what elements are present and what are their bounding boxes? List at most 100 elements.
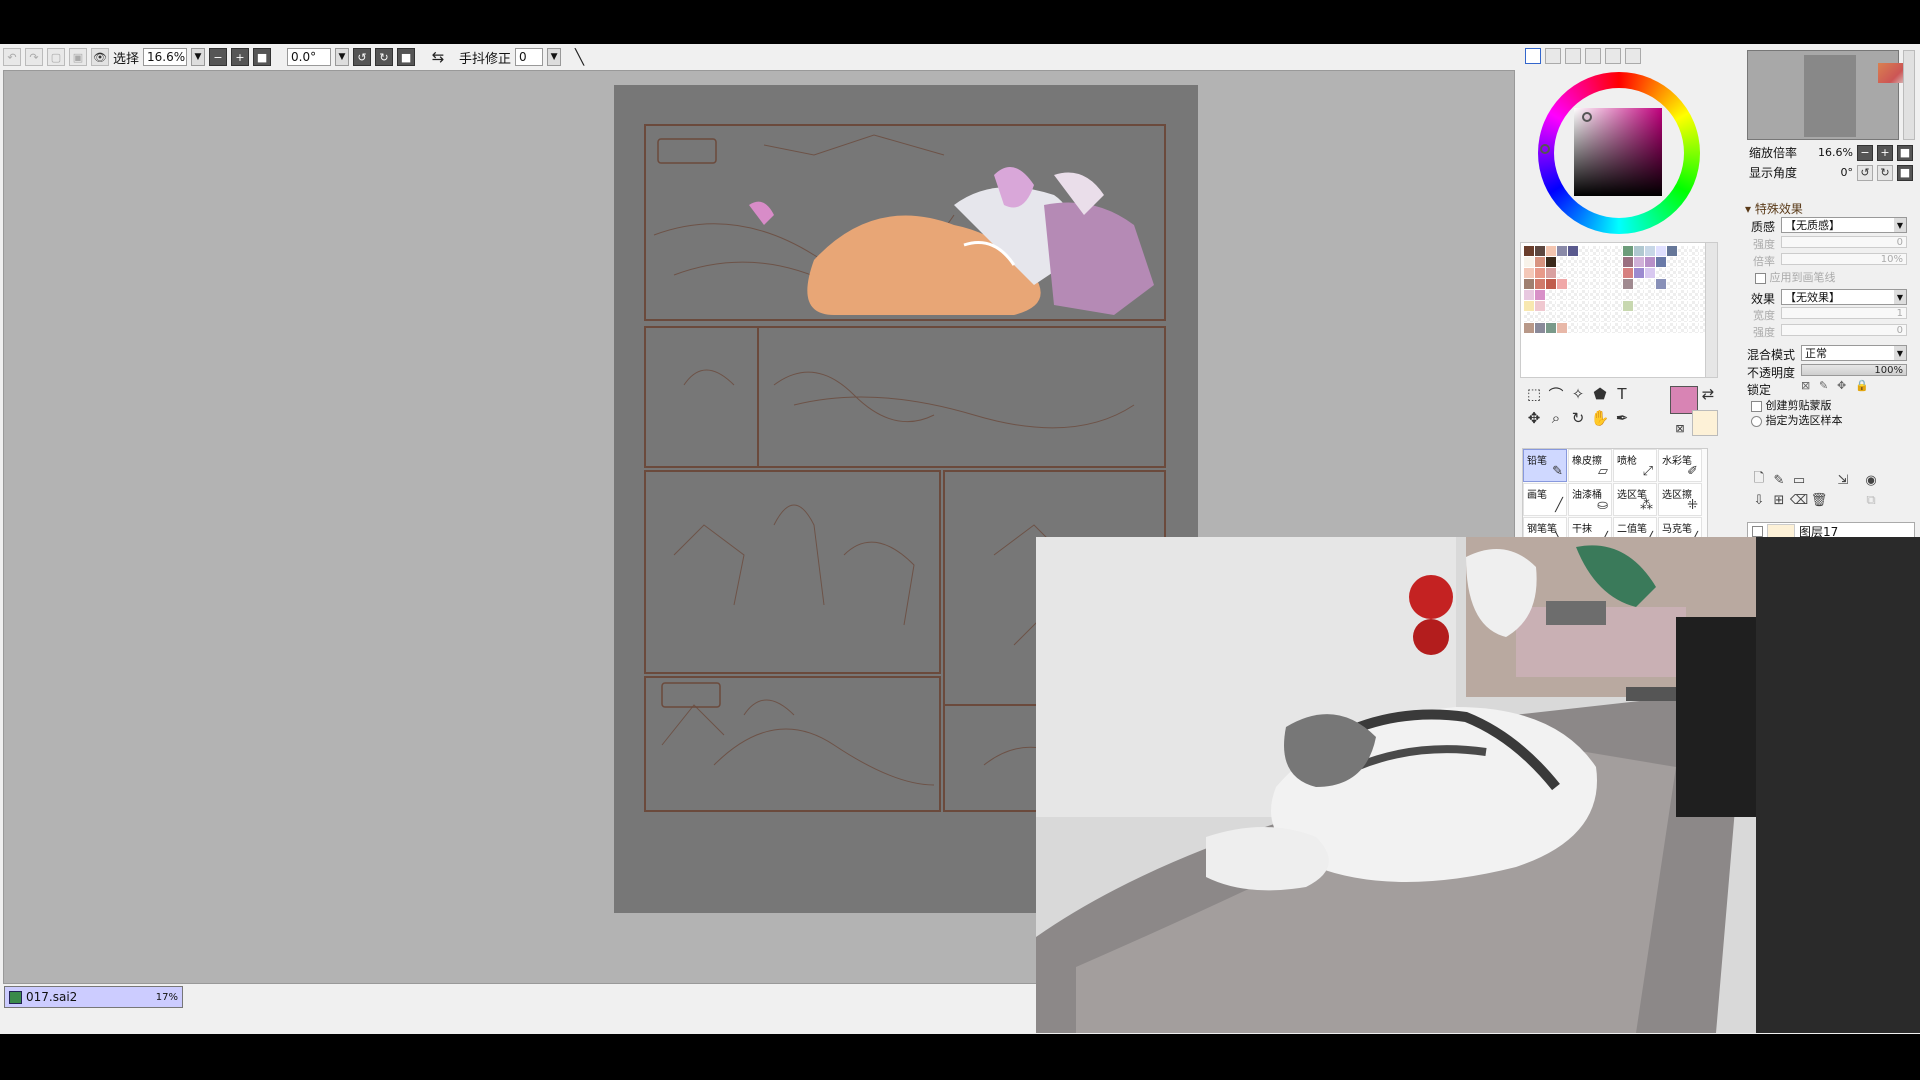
swatch-cell[interactable] (1524, 290, 1534, 300)
swatch-cell[interactable] (1557, 323, 1567, 333)
swatch-cell[interactable] (1546, 279, 1556, 289)
pressure-line-icon[interactable]: ╲ (575, 48, 584, 66)
navigator-thumbnail[interactable] (1747, 50, 1910, 140)
trash-icon[interactable]: 🗑 (1811, 492, 1828, 508)
swatch-cell[interactable] (1623, 301, 1633, 311)
swatch-cell[interactable] (1634, 323, 1644, 333)
show-selection-toggle[interactable]: 👁 (91, 48, 109, 66)
brush-slot[interactable]: 选区擦 ⁜ (1658, 483, 1702, 516)
sv-marker[interactable] (1582, 112, 1592, 122)
swatch-cell[interactable] (1656, 246, 1666, 256)
swatch-cell[interactable] (1667, 257, 1677, 267)
swatch-cell[interactable] (1590, 279, 1600, 289)
swatch-cell[interactable] (1579, 290, 1589, 300)
clip-mask-checkbox-row[interactable]: 创建剪贴蒙版 (1751, 397, 1832, 413)
rotate-reset-button[interactable]: ■ (397, 48, 416, 66)
layer-visibility-checkbox[interactable] (1752, 525, 1763, 537)
swatch-cell[interactable] (1557, 279, 1567, 289)
swatch-cell[interactable] (1568, 290, 1578, 300)
swatch-cell[interactable] (1557, 268, 1567, 278)
swatch-cell[interactable] (1689, 290, 1699, 300)
color-wheel-tab-icon[interactable] (1525, 48, 1541, 64)
selection-source-radio-row[interactable]: 指定为选区样本 (1751, 412, 1843, 428)
swatch-cell[interactable] (1667, 301, 1677, 311)
brush-slot[interactable]: 水彩笔 ✐ (1658, 449, 1702, 482)
swatch-cell[interactable] (1557, 246, 1567, 256)
zoom-out-button[interactable]: − (209, 48, 228, 66)
swatch-cell[interactable] (1601, 323, 1611, 333)
swatch-cell[interactable] (1601, 257, 1611, 267)
swatch-cell[interactable] (1546, 301, 1556, 311)
swatch-cell[interactable] (1568, 279, 1578, 289)
new-folder-icon[interactable]: ▭ (1791, 472, 1807, 488)
transfer-layer-icon[interactable]: ⇲ (1835, 472, 1851, 488)
swatch-cell[interactable] (1623, 257, 1633, 267)
effect-strength-slider[interactable]: 0 (1781, 324, 1907, 336)
swatch-cell[interactable] (1535, 279, 1545, 289)
brush-slot[interactable]: 喷枪 ⤢ (1613, 449, 1657, 482)
swatch-cell[interactable] (1623, 290, 1633, 300)
swatch-cell[interactable] (1678, 246, 1688, 256)
swatch-cell[interactable] (1568, 246, 1578, 256)
effect-select[interactable]: 【无效果】 ▼ (1781, 289, 1907, 305)
swatch-cell[interactable] (1557, 257, 1567, 267)
zoom-reset-button[interactable]: ■ (253, 48, 272, 66)
swatch-cell[interactable] (1678, 312, 1688, 322)
swatch-cell[interactable] (1590, 246, 1600, 256)
swatch-cell[interactable] (1656, 290, 1666, 300)
eyedropper-icon[interactable]: ✒ (1612, 408, 1632, 428)
swatch-cell[interactable] (1678, 257, 1688, 267)
swatch-cell[interactable] (1667, 246, 1677, 256)
swatch-cell[interactable] (1612, 312, 1622, 322)
swatch-cell[interactable] (1678, 301, 1688, 311)
rotation-dropdown[interactable]: ▼ (335, 48, 350, 66)
swatch-cell[interactable] (1678, 290, 1688, 300)
nav-rotate-ccw-button[interactable]: ↺ (1857, 164, 1873, 181)
swatch-cell[interactable] (1601, 312, 1611, 322)
swatch-cell[interactable] (1546, 246, 1556, 256)
swatch-cell[interactable] (1568, 257, 1578, 267)
merge-down-icon[interactable]: ⇩ (1751, 492, 1767, 508)
swatch-cell[interactable] (1535, 268, 1545, 278)
new-layer-icon[interactable]: 🗋 (1751, 471, 1767, 488)
swatch-cell[interactable] (1535, 312, 1545, 322)
swatch-cell[interactable] (1568, 323, 1578, 333)
mixer-tab-icon[interactable] (1585, 48, 1601, 64)
swatch-cell[interactable] (1645, 268, 1655, 278)
swatch-cell[interactable] (1623, 268, 1633, 278)
nav-zoom-reset-button[interactable]: ■ (1897, 144, 1913, 161)
swatch-cell[interactable] (1612, 290, 1622, 300)
swatch-cell[interactable] (1623, 312, 1633, 322)
clear-layer-icon[interactable]: ⌫ (1790, 492, 1808, 508)
swatch-cell[interactable] (1535, 301, 1545, 311)
rotate-ccw-button[interactable]: ↺ (353, 48, 372, 66)
swatch-cell[interactable] (1612, 257, 1622, 267)
swatch-cell[interactable] (1601, 290, 1611, 300)
swatch-cell[interactable] (1579, 323, 1589, 333)
redo-button[interactable]: ↷ (25, 48, 43, 66)
brush-slot[interactable]: 铅笔 ✎ (1523, 449, 1567, 482)
invert-selection-button[interactable]: ▣ (69, 48, 87, 66)
swatch-cell[interactable] (1634, 246, 1644, 256)
swatch-cell[interactable] (1645, 312, 1655, 322)
apply-brush-checkbox[interactable] (1755, 272, 1766, 284)
rect-select-icon[interactable]: ⬚ (1524, 384, 1544, 404)
swatch-cell[interactable] (1601, 279, 1611, 289)
brush-slot[interactable]: 画笔 ╱ (1523, 483, 1567, 516)
swap-colors-icon[interactable]: ⇄ (1698, 384, 1718, 404)
swatch-cell[interactable] (1590, 290, 1600, 300)
swatch-cell[interactable] (1579, 246, 1589, 256)
lasso-icon[interactable]: ⌒ (1546, 384, 1566, 404)
swatch-cell[interactable] (1667, 268, 1677, 278)
undo-button[interactable]: ↶ (3, 48, 21, 66)
zoom-in-button[interactable]: + (231, 48, 250, 66)
zoom-dropdown[interactable]: ▼ (191, 48, 206, 66)
swatch-cell[interactable] (1645, 323, 1655, 333)
scratchpad-tab-icon[interactable] (1625, 48, 1641, 64)
swatch-cell[interactable] (1524, 279, 1534, 289)
rgb-slider-tab-icon[interactable] (1545, 48, 1561, 64)
lock-move-icon[interactable]: ✥ (1837, 379, 1846, 392)
swatch-cell[interactable] (1546, 268, 1556, 278)
blend-mode-select[interactable]: 正常 ▼ (1801, 345, 1907, 361)
rotate-icon[interactable]: ↻ (1568, 408, 1588, 428)
